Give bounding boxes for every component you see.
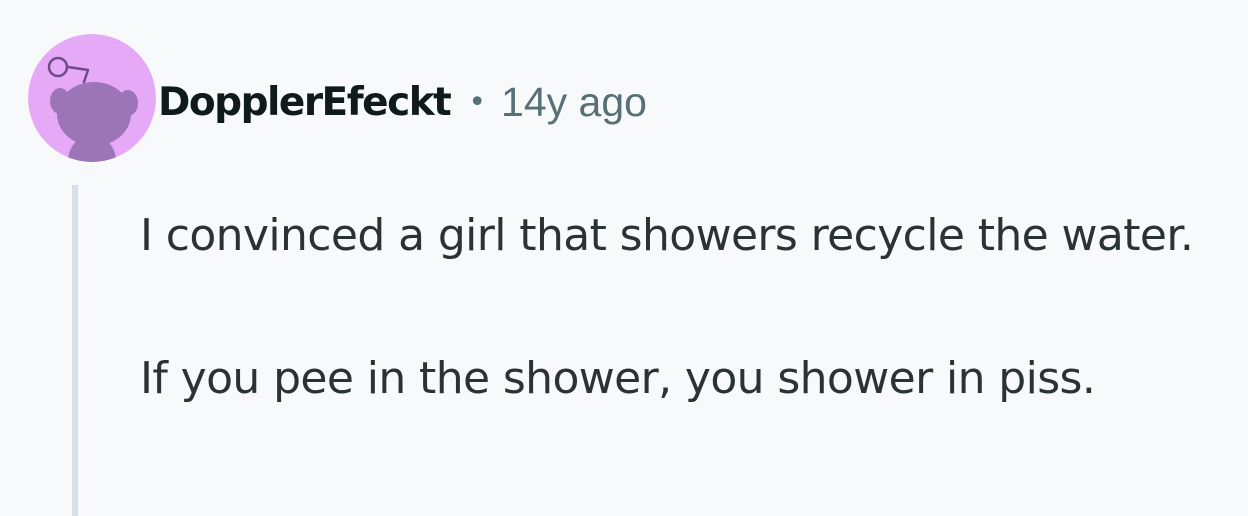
author-username[interactable]: DopplerEfeckt xyxy=(158,80,452,125)
comment-age[interactable]: 14y ago xyxy=(501,79,647,126)
comment-paragraph: If you pee in the shower, you shower in … xyxy=(140,353,1096,404)
comment-meta: DopplerEfeckt • 14y ago xyxy=(158,74,647,130)
thread-line[interactable] xyxy=(72,185,78,516)
snoo-avatar-icon xyxy=(28,34,156,162)
comment-body: I convinced a girl that showers recycle … xyxy=(140,196,1240,419)
meta-separator: • xyxy=(468,84,487,120)
comment: DopplerEfeckt • 14y ago I convinced a gi… xyxy=(0,0,1248,516)
avatar[interactable] xyxy=(28,34,156,162)
comment-paragraph: I convinced a girl that showers recycle … xyxy=(140,210,1194,261)
